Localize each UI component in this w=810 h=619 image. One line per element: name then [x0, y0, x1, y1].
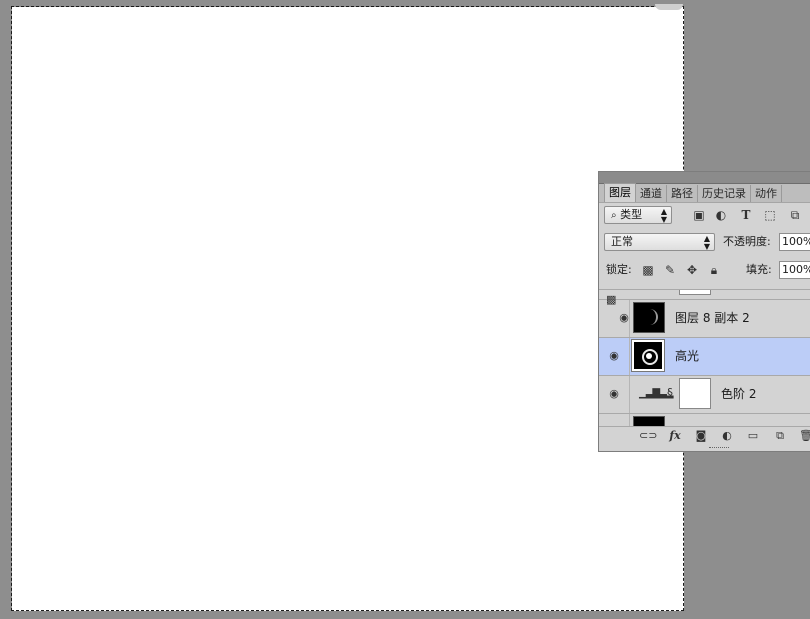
eye-icon[interactable]: ◉ [607, 387, 621, 401]
link-layers-icon[interactable]: ⊂⊃ [639, 429, 657, 443]
lock-position-icon[interactable]: ✥ [685, 263, 699, 277]
search-icon: ⌕ [611, 210, 617, 221]
lock-label: 锁定: [606, 263, 632, 276]
document-canvas[interactable] [12, 7, 684, 611]
fx-icon[interactable]: fx [667, 429, 683, 443]
layer-row[interactable]: ▩ ◉ 图层 8 副本 2 [599, 293, 810, 338]
eye-icon[interactable]: ◉ [607, 349, 621, 363]
layer-mask-thumbnail [679, 378, 711, 409]
delete-layer-icon[interactable]: 🗑︎ [798, 429, 810, 443]
layer-name: 色阶 2 [721, 387, 757, 401]
layers-panel: 图层 通道 路径 历史记录 动作 ⌕ 类型 ▲ ▼ ▣ ◐ T ⬚ ⧉ 正常 ▲ ▼… [598, 171, 810, 452]
filter-kind-select[interactable]: ⌕ 类型 ▲ ▼ [604, 206, 672, 224]
select-arrows-icon: ▲ ▼ [703, 234, 710, 251]
opacity-label: 不透明度: [723, 235, 771, 248]
layer-name: 高光 [675, 349, 700, 363]
shape-filter-icon[interactable]: ⬚ [762, 207, 778, 223]
blend-mode-value: 正常 [611, 235, 633, 248]
panel-footer: ⊂⊃ fx ◙ ◐ ▭ ⧉ 🗑︎ [599, 426, 810, 445]
add-mask-icon[interactable]: ◙ [693, 429, 709, 443]
tab-channels[interactable]: 通道 [636, 185, 667, 202]
layer-thumbnail [631, 339, 665, 372]
canvas-corner [655, 4, 683, 10]
fill-input[interactable]: 100% [779, 261, 810, 279]
lock-image-icon[interactable]: ✎ [663, 263, 677, 277]
tab-actions[interactable]: 动作 [751, 185, 782, 202]
lock-all-icon[interactable]: 🔒︎ [707, 263, 721, 277]
tab-history[interactable]: 历史记录 [698, 185, 751, 202]
select-arrows-icon: ▲ ▼ [660, 207, 667, 224]
new-group-icon[interactable]: ▭ [745, 429, 761, 443]
smart-object-filter-icon[interactable]: ⧉ [787, 207, 803, 223]
layers-list: ▩ ◉ 图层 8 副本 2 ◉ 高光 ◉ ▁▃▇▃▂ § 色阶 2 [599, 289, 810, 427]
layer-row-partial[interactable] [599, 290, 810, 300]
new-adjustment-icon[interactable]: ◐ [719, 429, 735, 443]
layer-row[interactable]: ◉ ▁▃▇▃▂ § 色阶 2 [599, 376, 810, 414]
blend-mode-select[interactable]: 正常 ▲ ▼ [604, 233, 715, 251]
layer-row-selected[interactable]: ◉ 高光 [599, 338, 810, 376]
resize-grip[interactable] [709, 447, 729, 451]
opacity-input[interactable]: 100% [779, 233, 810, 251]
image-filter-icon[interactable]: ▣ [691, 207, 707, 223]
clip-indicator-icon: ▩ [606, 293, 617, 306]
tab-layers[interactable]: 图层 [604, 183, 636, 202]
layer-thumbnail [679, 290, 711, 295]
adjustment-filter-icon[interactable]: ◐ [713, 207, 729, 223]
panel-tabs: 图层 通道 路径 历史记录 动作 [599, 183, 810, 203]
lock-transparent-icon[interactable]: ▩ [641, 263, 655, 277]
eye-icon[interactable]: ◉ [617, 311, 631, 325]
filter-kind-value: 类型 [620, 208, 643, 221]
tab-paths[interactable]: 路径 [667, 185, 698, 202]
fill-label: 填充: [746, 263, 772, 276]
type-filter-icon[interactable]: T [738, 207, 754, 223]
new-layer-icon[interactable]: ⧉ [772, 429, 788, 443]
layer-thumbnail [633, 302, 665, 333]
chain-link-icon[interactable]: § [667, 386, 673, 400]
layer-name: 图层 8 副本 2 [675, 311, 750, 325]
